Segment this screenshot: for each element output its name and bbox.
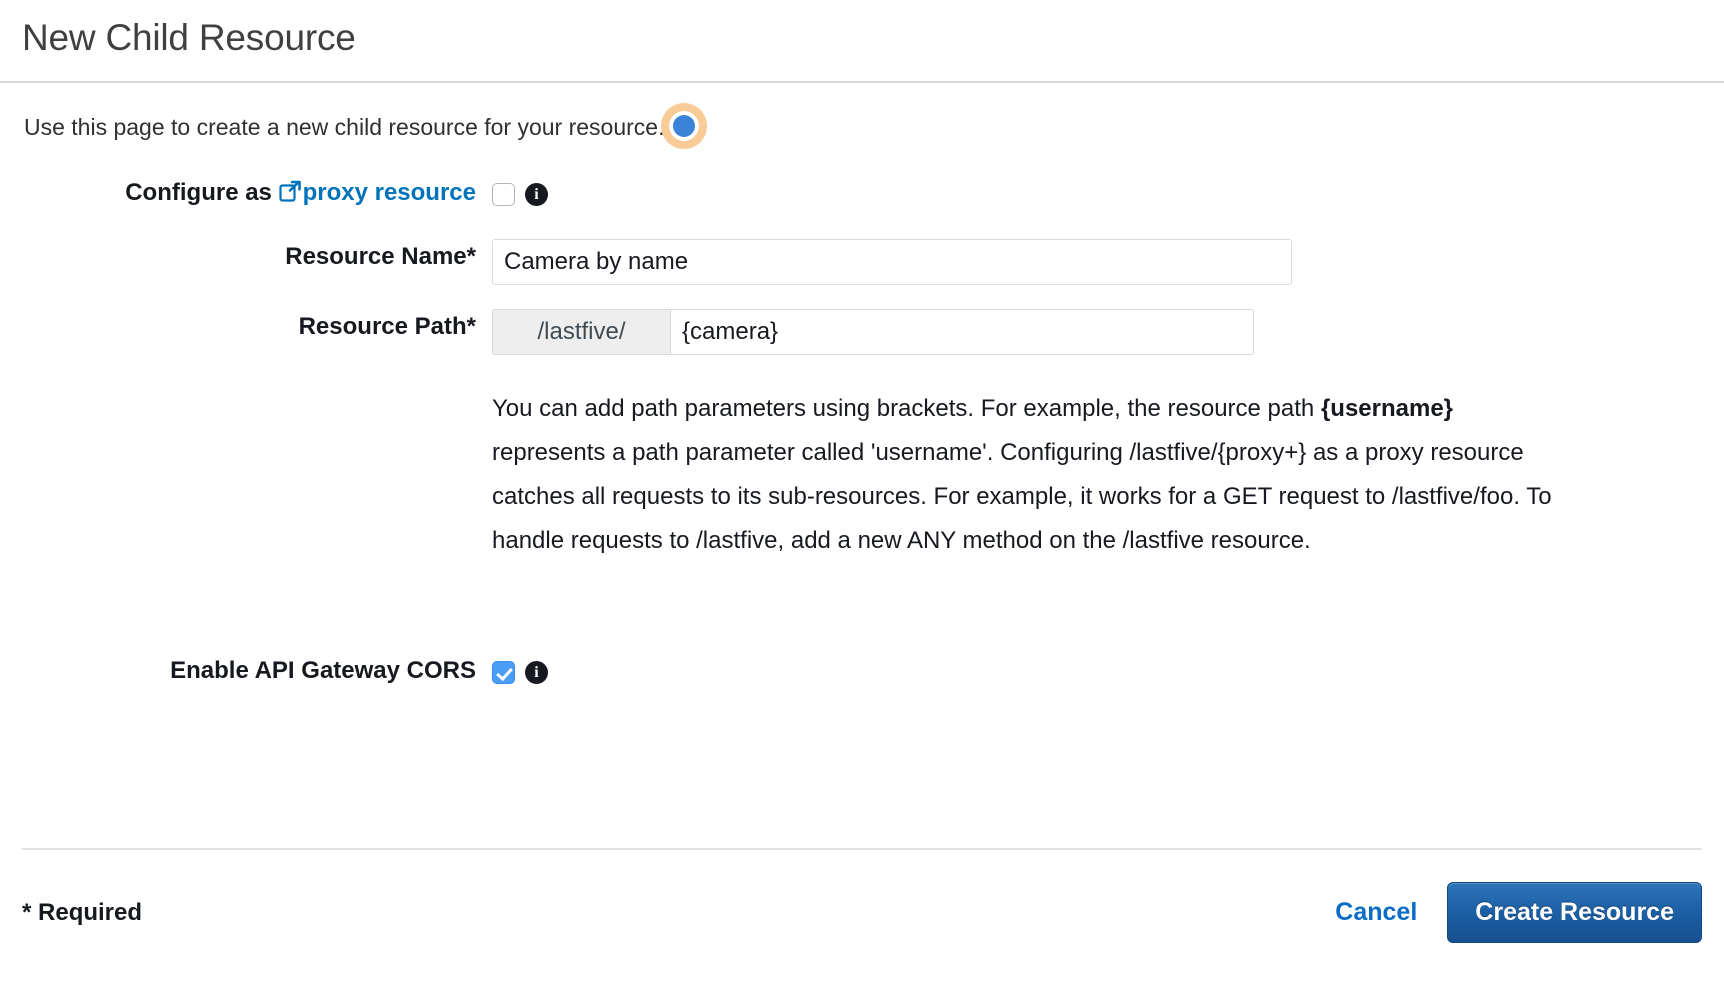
footer-actions: Cancel Create Resource — [1327, 882, 1702, 943]
intro-row: Use this page to create a new child reso… — [0, 83, 1724, 151]
resource-path-control: /lastfive/ — [492, 307, 1724, 355]
page-header: New Child Resource — [0, 0, 1724, 81]
resource-name-control — [492, 237, 1724, 285]
intro-text: Use this page to create a new child reso… — [24, 114, 665, 141]
resource-path-row: Resource Path* /lastfive/ — [0, 307, 1724, 355]
resource-path-input-group: /lastfive/ — [492, 308, 1254, 355]
click-indicator-dot — [672, 114, 695, 137]
help-text-part2: represents a path parameter called 'user… — [492, 438, 1552, 554]
page-title: New Child Resource — [22, 17, 356, 58]
footer: * Required Cancel Create Resource — [0, 848, 1724, 1008]
footer-inner: * Required Cancel Create Resource — [0, 850, 1724, 943]
cors-label: Enable API Gateway CORS — [170, 656, 476, 684]
cors-control: i — [492, 651, 1724, 693]
proxy-resource-checkbox[interactable] — [492, 183, 515, 207]
proxy-resource-label-prefix: Configure as — [125, 178, 279, 206]
cors-check-wrap: i — [492, 653, 1724, 693]
click-indicator — [660, 102, 707, 149]
new-child-resource-form: Configure as proxy resource i Resource N… — [0, 151, 1724, 693]
resource-path-help-text: You can add path parameters using bracke… — [492, 377, 1552, 563]
resource-path-help-row: You can add path parameters using bracke… — [0, 377, 1724, 563]
required-note: * Required — [22, 898, 143, 926]
help-text-bold: {username} — [1320, 394, 1454, 422]
resource-path-input[interactable] — [670, 308, 1254, 355]
proxy-resource-link[interactable]: proxy resource — [278, 178, 476, 206]
click-indicator-ring — [668, 110, 699, 141]
external-link-icon — [278, 175, 301, 215]
resource-name-input[interactable] — [492, 238, 1292, 285]
proxy-resource-row: Configure as proxy resource i — [0, 173, 1724, 215]
cors-checkbox[interactable] — [492, 661, 515, 685]
resource-name-row: Resource Name* — [0, 237, 1724, 285]
cancel-button[interactable]: Cancel — [1327, 892, 1425, 933]
create-resource-button[interactable]: Create Resource — [1447, 882, 1702, 943]
cors-info-icon[interactable]: i — [525, 661, 548, 685]
proxy-resource-info-icon[interactable]: i — [525, 183, 548, 207]
resource-path-label: Resource Path* — [298, 312, 476, 340]
cors-row: Enable API Gateway CORS i — [0, 651, 1724, 693]
proxy-resource-check-wrap: i — [492, 175, 1724, 215]
help-text-part1: You can add path parameters using bracke… — [492, 394, 1321, 422]
help-spacer — [0, 377, 492, 563]
resource-name-label: Resource Name* — [285, 242, 476, 270]
proxy-resource-label: Configure as proxy resource — [0, 173, 492, 215]
proxy-resource-link-label: proxy resource — [302, 178, 476, 206]
resource-path-prefix: /lastfive/ — [492, 308, 670, 355]
proxy-resource-control: i — [492, 173, 1724, 215]
